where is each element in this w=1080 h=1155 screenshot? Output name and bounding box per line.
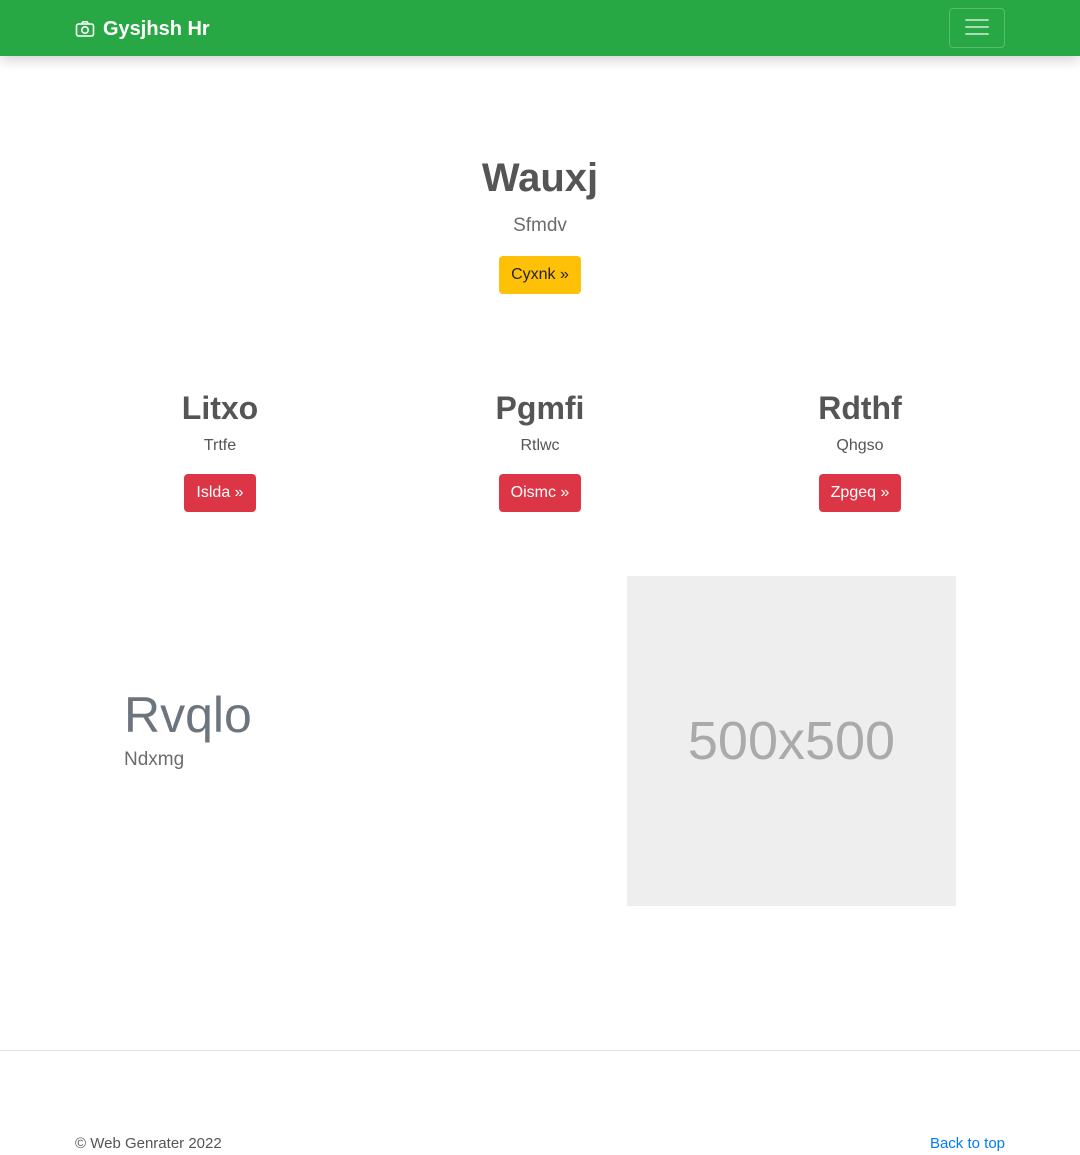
hero-section: Wauxj Sfmdv Cyxnk » (0, 150, 1080, 294)
copyright-text: © Web Genrater 2022 (75, 1135, 222, 1152)
camera-icon (75, 19, 95, 39)
feature-text: Qhgso (836, 437, 884, 454)
split-text-block: Rvqlo Ndxmg (124, 685, 252, 773)
navbar: Gysjhsh Hr (0, 0, 1080, 56)
feature-text: Rtlwc (520, 437, 560, 454)
feature-button[interactable]: Zpgeq » (818, 474, 902, 512)
hamburger-icon (962, 12, 992, 45)
split-title: Rvqlo (124, 687, 252, 743)
feature-column: Pgmfi Rtlwc Oismc » (380, 386, 700, 512)
navbar-toggler-button[interactable] (949, 8, 1005, 48)
features-row: Litxo Trtfe Islda » Pgmfi Rtlwc Oismc » … (60, 386, 1020, 512)
hero-title: Wauxj (481, 156, 599, 200)
feature-title: Litxo (181, 390, 259, 426)
brand-label: Gysjhsh Hr (103, 17, 210, 40)
placeholder-image-label: 500x500 (687, 711, 896, 771)
feature-button[interactable]: Oismc » (498, 474, 582, 512)
feature-column: Rdthf Qhgso Zpgeq » (700, 386, 1020, 512)
feature-title: Pgmfi (495, 390, 585, 426)
back-to-top-link[interactable]: Back to top (930, 1134, 1005, 1154)
feature-text: Trtfe (203, 437, 237, 454)
navbar-brand[interactable]: Gysjhsh Hr (75, 16, 210, 42)
feature-title: Rdthf (818, 390, 902, 426)
hero-button[interactable]: Cyxnk » (499, 256, 581, 294)
split-text: Ndxmg (124, 749, 185, 770)
feature-column: Litxo Trtfe Islda » (60, 386, 380, 512)
placeholder-image: 500x500 (627, 576, 956, 906)
feature-button[interactable]: Islda » (184, 474, 256, 512)
hero-lead: Sfmdv (513, 215, 567, 236)
footer-divider (0, 1050, 1080, 1051)
